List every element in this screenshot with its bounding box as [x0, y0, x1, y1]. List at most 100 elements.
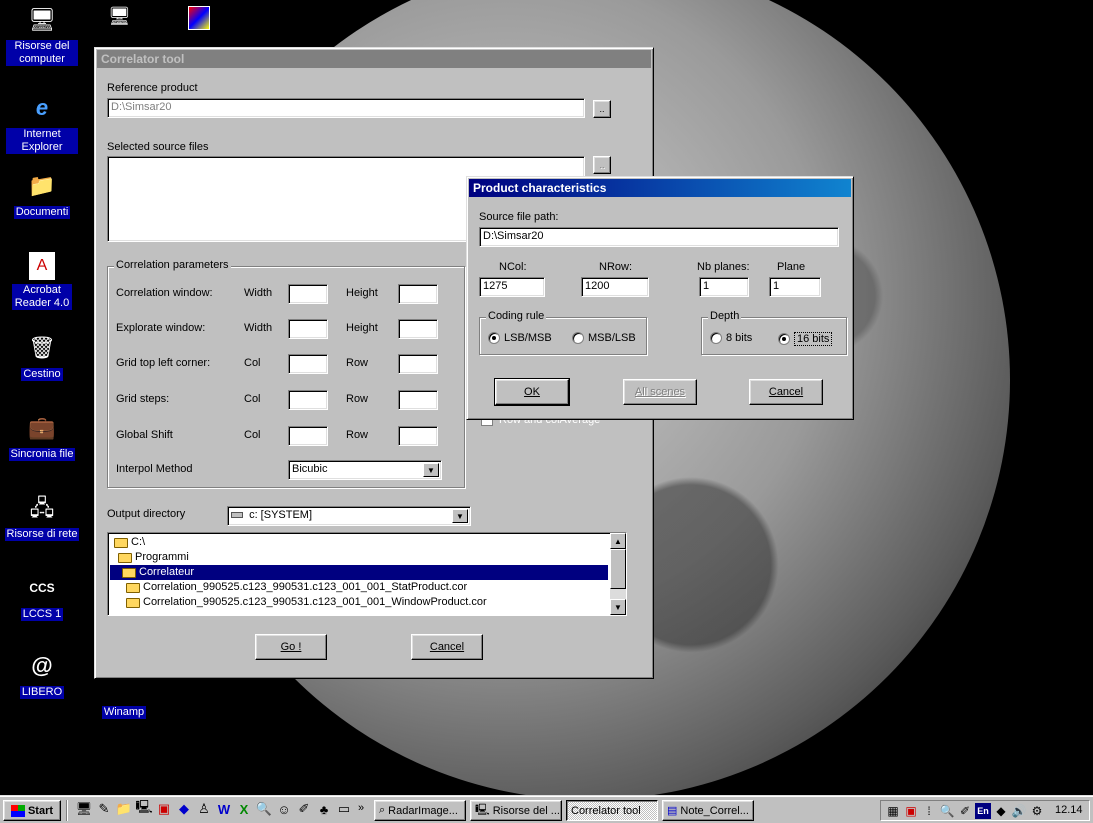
- desktop-icon-label: Risorse del computer: [6, 40, 78, 66]
- tray-monitor-icon[interactable]: ▣: [903, 803, 919, 819]
- network-icon: 🖧: [29, 495, 55, 520]
- desktop-icon-risorse-rete[interactable]: 🖧 Risorse di rete: [2, 492, 82, 541]
- grid-topleft-row-input[interactable]: [398, 354, 438, 374]
- global-shift-row-input[interactable]: [398, 426, 438, 446]
- desktop-icon-label: Documenti: [13, 206, 71, 219]
- coding-lsb-msb-radio[interactable]: LSB/MSB: [488, 332, 552, 344]
- desktop-icon-lccs[interactable]: CCS LCCS 1: [6, 572, 78, 621]
- directory-tree-list[interactable]: C:\ Programmi Correlateur Correlation_99…: [107, 532, 627, 616]
- drive-select[interactable]: c: [SYSTEM] ▼: [227, 506, 471, 526]
- folder-icon: [126, 597, 140, 608]
- start-label: Start: [27, 804, 54, 817]
- tray-scheduler-icon[interactable]: ⚙: [1029, 803, 1045, 819]
- quicklaunch-acrobat-icon[interactable]: ▣: [156, 801, 172, 817]
- desktop-icon-top-3[interactable]: [188, 6, 210, 30]
- cancel-button[interactable]: Cancel: [411, 634, 483, 660]
- desktop-icon-top-2[interactable]: 🖥: [108, 6, 131, 30]
- grid-steps-col-input[interactable]: [288, 390, 328, 410]
- grid-steps-row-input[interactable]: [398, 390, 438, 410]
- desktop-icon-cestino[interactable]: 🗑 Cestino: [6, 332, 78, 381]
- app-icon: ⌕: [379, 804, 386, 816]
- quicklaunch-search-icon[interactable]: 🔍: [256, 801, 272, 817]
- param-row-label: Global Shift: [116, 429, 173, 441]
- start-button[interactable]: Start: [3, 800, 61, 821]
- param-a-label: Width: [244, 287, 273, 299]
- quicklaunch-computer-icon[interactable]: 🖳: [135, 799, 152, 817]
- ok-button[interactable]: OK: [494, 378, 570, 406]
- nbplanes-field[interactable]: 1: [699, 277, 749, 297]
- depth-16bits-radio[interactable]: 16 bits: [778, 332, 833, 346]
- radio-unselected-icon: [710, 332, 722, 344]
- task-note-correl[interactable]: ▤ Note_Correl...: [662, 800, 754, 821]
- radio-selected-icon: [778, 333, 790, 345]
- desktop-icon-libero[interactable]: @ LIBERO: [6, 650, 78, 699]
- correlation-height-input[interactable]: [398, 284, 438, 304]
- quicklaunch-word-icon[interactable]: W: [216, 801, 232, 817]
- tree-scrollbar[interactable]: ▲ ▼: [610, 533, 626, 615]
- task-label: Correlator tool: [571, 804, 641, 817]
- go-button[interactable]: Go !: [255, 634, 327, 660]
- coding-msb-lsb-radio[interactable]: MSB/LSB: [572, 332, 636, 344]
- depth-group: Depth 8 bits 16 bits: [701, 310, 847, 355]
- folder-icon: 📁: [28, 173, 56, 198]
- desktop-icon-documenti[interactable]: 📁 Documenti: [6, 170, 78, 219]
- ncol-field[interactable]: 1275: [479, 277, 545, 297]
- quicklaunch-desktop-icon[interactable]: 🖥: [76, 801, 93, 817]
- chevron-down-icon[interactable]: ▼: [452, 509, 468, 523]
- desktop-icon-label: Cestino: [21, 368, 63, 381]
- explorate-height-input[interactable]: [398, 319, 438, 339]
- tray-language-icon[interactable]: En: [975, 803, 991, 819]
- tree-item[interactable]: Correlation_990525.c123_990531.c123_001_…: [110, 595, 608, 610]
- global-shift-col-input[interactable]: [288, 426, 328, 446]
- tray-app-icon[interactable]: ▦: [885, 803, 901, 819]
- reference-product-field[interactable]: D:\Simsar20: [107, 98, 585, 118]
- recycle-bin-icon: 🗑: [28, 335, 56, 360]
- quicklaunch-help-icon[interactable]: ◆: [176, 801, 192, 817]
- nrow-field[interactable]: 1200: [581, 277, 649, 297]
- tray-search-icon[interactable]: 🔍: [939, 803, 955, 819]
- desktop-icon-acrobat[interactable]: A Acrobat Reader 4.0: [6, 252, 78, 310]
- desktop-icon-internet-explorer[interactable]: e Internet Explorer: [6, 92, 78, 154]
- ie-icon: e: [35, 95, 49, 120]
- windows-logo-icon: [10, 804, 25, 817]
- grid-topleft-col-input[interactable]: [288, 354, 328, 374]
- explorate-width-input[interactable]: [288, 319, 328, 339]
- correlation-parameters-title: Correlation parameters: [114, 259, 231, 271]
- source-path-field[interactable]: D:\Simsar20: [479, 227, 839, 247]
- quicklaunch-net-icon[interactable]: ♣: [316, 801, 332, 817]
- nbplanes-label: Nb planes:: [697, 261, 750, 273]
- sources-browse-button[interactable]: ..: [593, 156, 611, 174]
- task-correlator-tool[interactable]: Correlator tool: [566, 800, 658, 821]
- scroll-thumb[interactable]: [610, 549, 626, 589]
- tray-network-icon[interactable]: ⁞: [921, 803, 937, 819]
- quicklaunch-person-icon[interactable]: ♙: [196, 801, 212, 817]
- quicklaunch-excel-icon[interactable]: X: [236, 801, 252, 817]
- correlation-width-input[interactable]: [288, 284, 328, 304]
- interpol-method-select[interactable]: Bicubic ▼: [288, 460, 442, 480]
- chevron-down-icon[interactable]: ▼: [423, 463, 439, 477]
- quicklaunch-folder-icon[interactable]: 📁: [116, 801, 132, 817]
- tree-item[interactable]: Programmi: [110, 550, 608, 565]
- reference-browse-button[interactable]: ..: [593, 100, 611, 118]
- scroll-down-icon[interactable]: ▼: [610, 599, 626, 615]
- desktop-icon-risorse-computer[interactable]: 🖥 Risorse del computer: [6, 4, 78, 66]
- all-scenes-button[interactable]: All scenes: [623, 379, 697, 405]
- tray-paint-icon[interactable]: ✐: [957, 803, 973, 819]
- quicklaunch-window-icon[interactable]: ▭: [336, 801, 352, 817]
- scroll-up-icon[interactable]: ▲: [610, 533, 626, 549]
- tree-item-selected[interactable]: Correlateur: [110, 565, 608, 580]
- quicklaunch-edit-icon[interactable]: ✎: [96, 801, 112, 817]
- tree-item[interactable]: C:\: [110, 535, 608, 550]
- quicklaunch-paint-icon[interactable]: ✐: [296, 801, 312, 817]
- tree-item[interactable]: Correlation_990525.c123_990531.c123_001_…: [110, 580, 608, 595]
- product-cancel-button[interactable]: Cancel: [749, 379, 823, 405]
- depth-8bits-radio[interactable]: 8 bits: [710, 332, 752, 344]
- plane-field[interactable]: 1: [769, 277, 821, 297]
- tray-volume-icon[interactable]: 🔊: [1011, 803, 1027, 819]
- tray-misc-icon[interactable]: ◆: [993, 803, 1009, 819]
- desktop-icon-sincronia[interactable]: 💼 Sincronia file: [2, 412, 82, 461]
- quicklaunch-chat-icon[interactable]: ☺: [276, 801, 292, 817]
- task-radarimage[interactable]: ⌕ RadarImage...: [374, 800, 466, 821]
- task-risorse-del[interactable]: 🖳 Risorse del ...: [470, 800, 562, 821]
- quicklaunch-chevron[interactable]: »: [358, 802, 364, 814]
